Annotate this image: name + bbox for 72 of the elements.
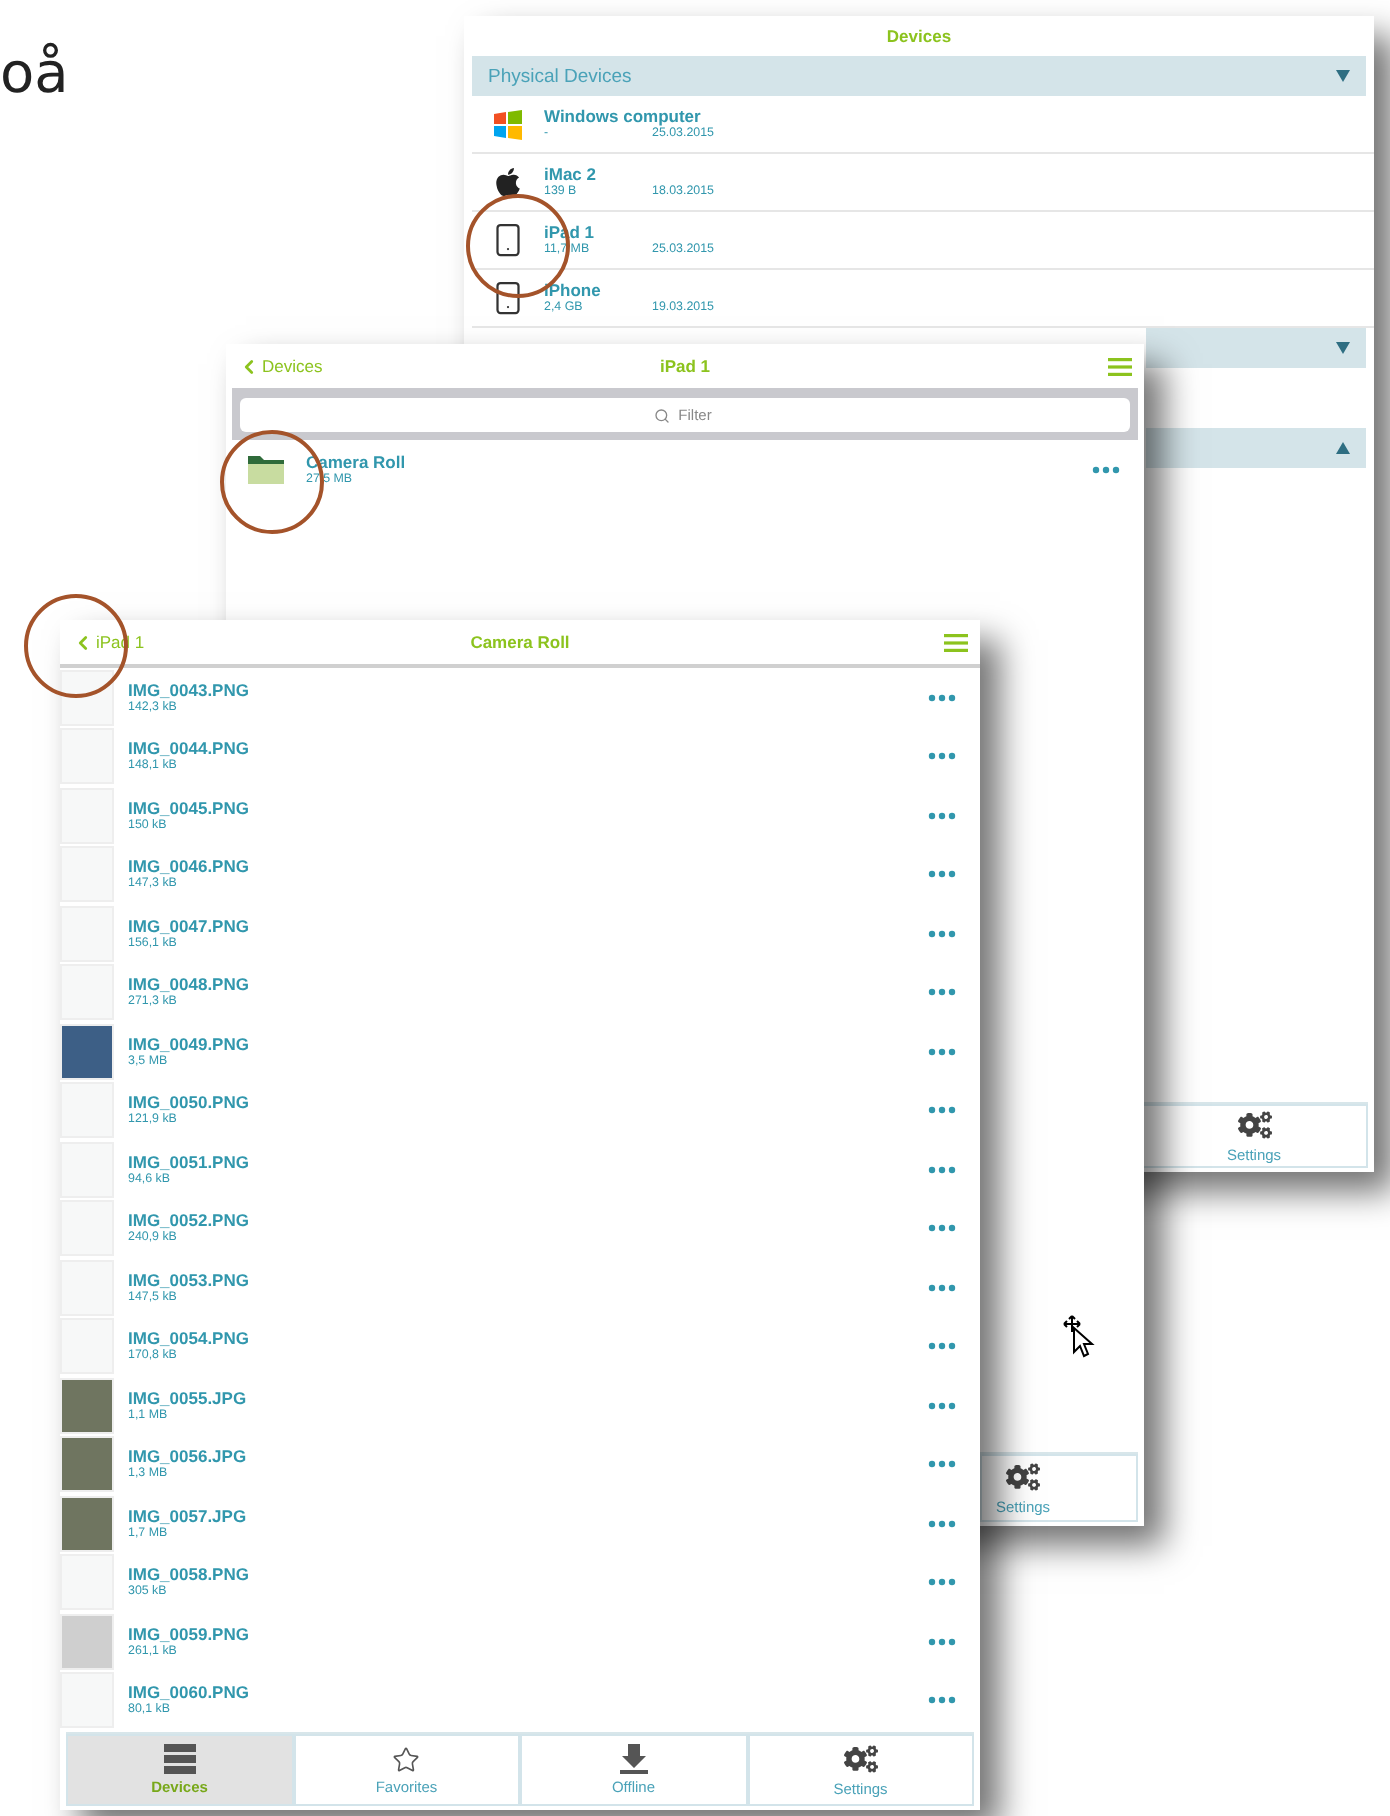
more-icon[interactable]	[928, 811, 956, 820]
file-name: IMG_0053.PNG	[128, 1269, 251, 1290]
device-name: iPhone	[544, 280, 603, 300]
more-icon[interactable]	[928, 1460, 956, 1469]
highlight-circle	[24, 594, 128, 698]
file-name: IMG_0059.PNG	[128, 1623, 251, 1644]
more-icon[interactable]	[928, 1165, 956, 1174]
file-name: IMG_0056.JPG	[128, 1446, 249, 1467]
more-icon[interactable]	[928, 1283, 956, 1292]
folder-icon	[248, 456, 284, 484]
page-text: oå	[0, 40, 69, 106]
back-link[interactable]: Devices	[238, 355, 323, 377]
more-icon[interactable]	[928, 1401, 956, 1410]
file-name: IMG_0049.PNG	[128, 1033, 251, 1054]
menu-icon[interactable]	[1108, 357, 1132, 375]
file-name: IMG_0051.PNG	[128, 1151, 251, 1172]
thumbnail	[60, 1436, 114, 1493]
caret-icon[interactable]	[1336, 342, 1350, 354]
more-icon[interactable]	[928, 1519, 956, 1528]
gears-icon	[843, 1742, 878, 1776]
download-icon	[619, 1744, 648, 1774]
section-header[interactable]	[1146, 428, 1366, 468]
caret-icon[interactable]	[1336, 442, 1350, 454]
file-name: IMG_0043.PNG	[128, 679, 251, 700]
thumbnail	[60, 1377, 114, 1434]
file-name: IMG_0058.PNG	[128, 1564, 251, 1585]
apple-icon	[492, 166, 524, 198]
caret-icon[interactable]	[1336, 70, 1350, 82]
file-name: IMG_0046.PNG	[128, 856, 251, 877]
more-icon[interactable]	[928, 1047, 956, 1056]
file-name: IMG_0052.PNG	[128, 1210, 251, 1231]
gears-icon	[1006, 1460, 1040, 1494]
thumbnail	[60, 1613, 114, 1670]
search-icon	[653, 407, 669, 423]
server-icon	[163, 1744, 196, 1774]
more-icon[interactable]	[1092, 466, 1120, 474]
smartphone-icon	[490, 280, 526, 316]
more-icon[interactable]	[928, 929, 956, 938]
file-name: IMG_0048.PNG	[128, 974, 251, 995]
more-icon[interactable]	[928, 1696, 956, 1705]
more-icon[interactable]	[928, 1106, 956, 1115]
more-icon[interactable]	[928, 693, 956, 702]
star-icon	[392, 1745, 421, 1773]
file-name: IMG_0044.PNG	[128, 738, 251, 759]
device-name: iMac 2	[544, 164, 598, 184]
more-icon[interactable]	[928, 988, 956, 997]
section-title: Physical Devices	[488, 65, 632, 87]
file-name: IMG_0045.PNG	[128, 797, 251, 818]
window-title: Camera Roll	[470, 632, 570, 652]
file-name: IMG_0060.PNG	[128, 1682, 251, 1703]
file-name: IMG_0050.PNG	[128, 1092, 251, 1113]
smartphone-icon	[490, 222, 526, 258]
move-cursor-icon	[1060, 1314, 1096, 1358]
section-header[interactable]: Physical Devices	[472, 56, 1366, 96]
window-title: Devices	[886, 26, 952, 46]
file-name: IMG_0055.JPG	[128, 1387, 249, 1408]
thumbnail	[60, 1023, 114, 1080]
thumbnail	[60, 1495, 114, 1552]
window-title: iPad 1	[659, 356, 711, 376]
more-icon[interactable]	[928, 1637, 956, 1646]
gears-icon	[1237, 1108, 1271, 1142]
more-icon[interactable]	[928, 1224, 956, 1233]
windows-logo-icon	[492, 109, 524, 139]
more-icon[interactable]	[928, 1342, 956, 1351]
file-name: IMG_0054.PNG	[128, 1328, 251, 1349]
menu-icon[interactable]	[944, 633, 968, 651]
file-name: IMG_0047.PNG	[128, 915, 251, 936]
more-icon[interactable]	[928, 870, 956, 879]
more-icon[interactable]	[928, 752, 956, 761]
more-icon[interactable]	[928, 1578, 956, 1587]
file-name: IMG_0057.JPG	[128, 1505, 249, 1526]
device-name: Windows computer	[544, 106, 703, 126]
